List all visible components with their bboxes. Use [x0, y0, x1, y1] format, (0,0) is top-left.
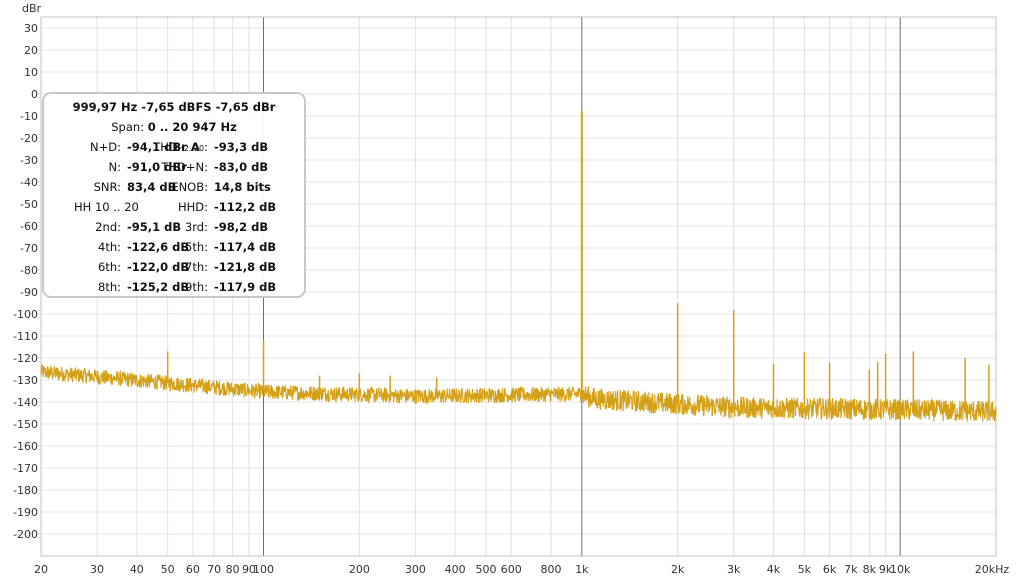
- y-axis-ticks: 30 20 10 0 -10 -20 -30 -40 -50 -60 -70 -80 -90 -100 -1…: [13, 22, 38, 541]
- info-left-label: 6th:: [98, 260, 121, 274]
- info-right-label: HHD:: [177, 200, 208, 214]
- y-tick-label: -10: [20, 110, 38, 123]
- info-right-value: 14,8 bits: [214, 180, 271, 194]
- x-tick-label: 40: [130, 563, 144, 576]
- info-right-value: -117,9 dB: [214, 280, 277, 294]
- info-right-value: -112,2 dB: [214, 200, 277, 214]
- info-left-value: -95,1 dB: [127, 220, 182, 234]
- y-tick-label: -100: [13, 308, 38, 321]
- info-left-label: N+D:: [90, 140, 121, 154]
- info-right-label: 3rd:: [184, 220, 208, 234]
- x-tick-label: 1k: [575, 563, 589, 576]
- x-tick-label: 500: [476, 563, 497, 576]
- info-row: 8th: -125,2 dB 9th: -117,9 dB: [44, 280, 304, 300]
- measurement-info-box[interactable]: 999,97 Hz -7,65 dBFS -7,65 dBr Span: 0 .…: [42, 92, 306, 298]
- y-tick-label: -30: [20, 154, 38, 167]
- x-tick-label: 30: [90, 563, 104, 576]
- x-tick-label: 400: [445, 563, 466, 576]
- y-tick-label: -130: [13, 374, 38, 387]
- y-tick-label: 20: [24, 44, 38, 57]
- info-row: SNR: 83,4 dB ENOB: 14,8 bits: [44, 180, 304, 200]
- x-tick-label: 8k: [863, 563, 877, 576]
- info-right-label: THD+N:: [161, 160, 208, 174]
- info-row: HH 10 .. 20 HHD: -112,2 dB: [44, 200, 304, 220]
- x-tick-label: 60: [186, 563, 200, 576]
- x-tick-label: 5k: [798, 563, 812, 576]
- y-axis-label: dBr: [22, 2, 42, 15]
- info-right-label: ENOB:: [171, 180, 208, 194]
- x-tick-label: 6k: [823, 563, 837, 576]
- y-tick-label: 10: [24, 66, 38, 79]
- x-tick-label: 4k: [767, 563, 781, 576]
- info-peak-text: 999,97 Hz -7,65 dBFS -7,65 dBr: [72, 100, 276, 114]
- info-right-label-sub: H2..20: [177, 144, 205, 153]
- x-tick-label: 300: [405, 563, 426, 576]
- info-span-line: Span: 0 .. 20 947 Hz: [44, 120, 304, 134]
- info-left-value: -125,2 dB: [127, 280, 190, 294]
- y-tick-label: -90: [20, 286, 38, 299]
- info-left-label: SNR:: [93, 180, 121, 194]
- noise-floor-trace: [40, 364, 997, 422]
- info-peak-line: 999,97 Hz -7,65 dBFS -7,65 dBr: [44, 100, 304, 114]
- info-left-value: 83,4 dB: [127, 180, 177, 194]
- y-tick-label: -140: [13, 396, 38, 409]
- info-right-value: -121,8 dB: [214, 260, 277, 274]
- y-tick-label: 0: [31, 88, 38, 101]
- y-tick-label: -70: [20, 242, 38, 255]
- y-tick-label: -160: [13, 440, 38, 453]
- x-axis-ticks: 20 30 40 50 60 70 80 90100 200 300 400 500 600 800 1k 2…: [34, 563, 1009, 576]
- x-tick-label: 10k: [890, 563, 911, 576]
- info-left-value: -122,6 dB: [127, 240, 190, 254]
- y-tick-label: -60: [20, 220, 38, 233]
- info-span-label: Span:: [111, 120, 148, 134]
- info-row: 6th: -122,0 dB 7th: -121,8 dB: [44, 260, 304, 280]
- info-left-label: HH 10 .. 20: [74, 200, 139, 214]
- y-tick-label: -80: [20, 264, 38, 277]
- x-tick-label: 100: [253, 563, 274, 576]
- info-left-label: 4th:: [98, 240, 121, 254]
- info-right-label: 5th:: [185, 240, 208, 254]
- info-right-value: -93,3 dB: [214, 140, 269, 154]
- info-row: N: -91,0 dBr THD+N: -83,0 dB: [44, 160, 304, 180]
- x-tick-label: 3k: [727, 563, 741, 576]
- y-tick-label: -50: [20, 198, 38, 211]
- x-tick-label: 20kHz: [975, 563, 1010, 576]
- info-row: 2nd: -95,1 dB 3rd: -98,2 dB: [44, 220, 304, 240]
- y-tick-label: -170: [13, 462, 38, 475]
- info-right-label: 7th:: [185, 260, 208, 274]
- y-tick-label: 30: [24, 22, 38, 35]
- y-tick-label: -190: [13, 506, 38, 519]
- y-tick-label: -150: [13, 418, 38, 431]
- info-right-value: -98,2 dB: [214, 220, 269, 234]
- y-tick-label: -110: [13, 330, 38, 343]
- info-right-label: 9th:: [185, 280, 208, 294]
- info-left-label: 2nd:: [95, 220, 121, 234]
- x-tick-label: 50: [161, 563, 175, 576]
- info-right-label: THDH2..20:: [153, 140, 208, 154]
- info-left-value: -122,0 dB: [127, 260, 190, 274]
- info-left-label: 8th:: [98, 280, 121, 294]
- x-tick-label: 70: [207, 563, 221, 576]
- y-tick-label: -40: [20, 176, 38, 189]
- y-tick-label: -20: [20, 132, 38, 145]
- x-tick-label: 600: [501, 563, 522, 576]
- x-tick-label: 80: [226, 563, 240, 576]
- info-row: N+D: -94,1 dBr A THDH2..20: -93,3 dB: [44, 140, 304, 160]
- info-right-value: -83,0 dB: [214, 160, 269, 174]
- y-tick-label: -180: [13, 484, 38, 497]
- x-tick-label: 7k: [844, 563, 858, 576]
- info-span-value: 0 .. 20 947 Hz: [147, 120, 237, 134]
- info-row: 4th: -122,6 dB 5th: -117,4 dB: [44, 240, 304, 260]
- info-right-value: -117,4 dB: [214, 240, 277, 254]
- x-tick-label: 800: [540, 563, 561, 576]
- x-tick-label: 200: [349, 563, 370, 576]
- y-tick-label: -120: [13, 352, 38, 365]
- y-tick-label: -200: [13, 528, 38, 541]
- x-tick-label: 2k: [671, 563, 685, 576]
- x-tick-label: 20: [34, 563, 48, 576]
- info-left-label: N:: [108, 160, 121, 174]
